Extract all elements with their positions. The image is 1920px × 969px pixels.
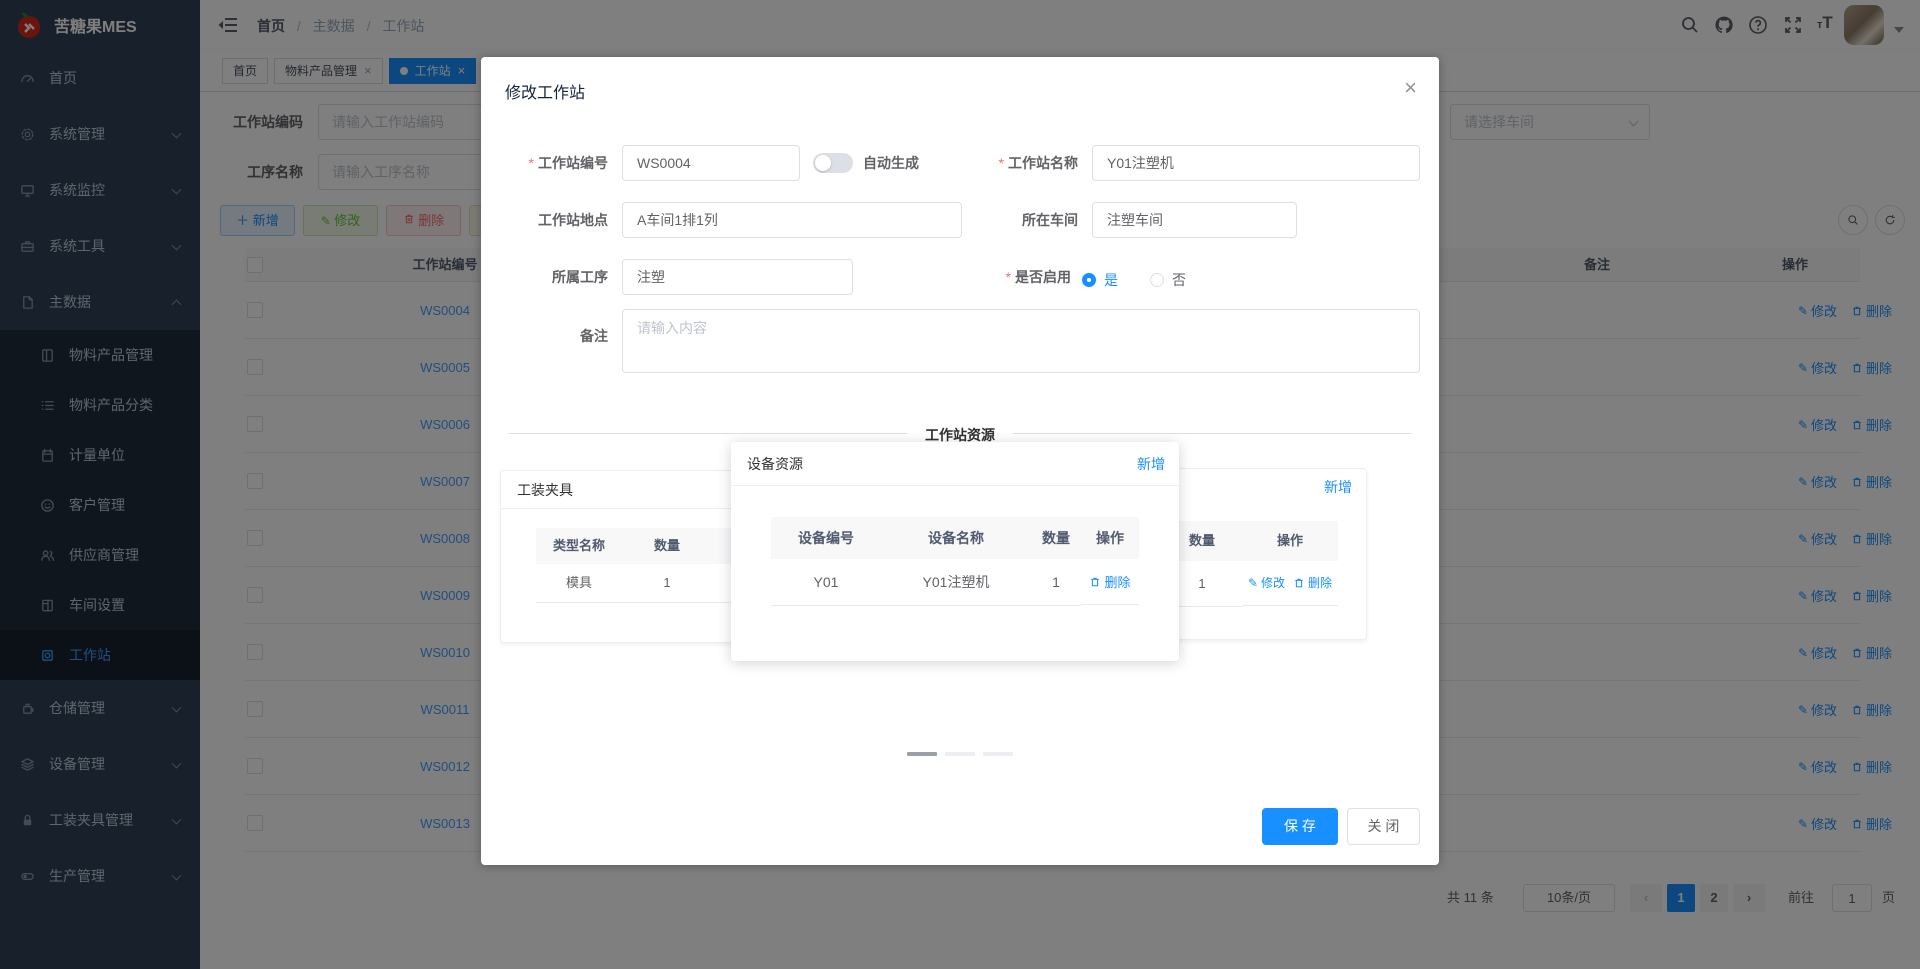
fixture-row-qty: 1 [622, 564, 712, 603]
remark-label: 备注 [580, 328, 608, 344]
device-row-name: Y01注塑机 [881, 559, 1031, 606]
remark-textarea[interactable] [622, 309, 1420, 373]
station-name-input[interactable] [1092, 145, 1420, 181]
carousel-indicator-3[interactable] [983, 752, 1013, 756]
device-card-add-link[interactable]: 新增 [1137, 442, 1165, 486]
trash-icon [1091, 577, 1100, 586]
device-card-title: 设备资源 [747, 456, 803, 472]
station-location-input[interactable] [622, 202, 962, 238]
save-button[interactable]: 保 存 [1262, 808, 1338, 845]
auto-generate-switch[interactable] [813, 153, 853, 173]
device-col-qty: 数量 [1042, 530, 1070, 546]
device-col-code: 设备编号 [798, 530, 854, 546]
station-location-label: 工作站地点 [538, 212, 608, 228]
device-col-name: 设备名称 [928, 530, 984, 546]
device-col-action: 操作 [1096, 530, 1124, 546]
station-name-label: 工作站名称 [921, 145, 1078, 181]
radio-dot [1150, 273, 1164, 287]
device-row-code: Y01 [771, 559, 881, 606]
right-card-add-link[interactable]: 新增 [1324, 477, 1352, 497]
auto-generate-label: 自动生成 [863, 155, 919, 171]
enabled-no-radio[interactable]: 否 [1150, 270, 1186, 290]
dialog-close-icon[interactable]: × [1404, 75, 1417, 101]
fixture-row-type: 模具 [536, 564, 622, 603]
device-card-title-row: 设备资源 新增 [731, 442, 1179, 486]
station-code-input[interactable] [622, 145, 800, 181]
workshop-label: 所在车间 [1022, 212, 1078, 228]
radio-dot [1082, 273, 1096, 287]
device-delete-link[interactable]: 删除 [1089, 572, 1131, 591]
right-delete-link[interactable]: 删除 [1293, 561, 1332, 606]
right-edit-link[interactable]: ✎ 修改 [1248, 561, 1285, 606]
right-col-action: 操作 [1276, 533, 1303, 548]
device-row-qty: 1 [1031, 559, 1081, 606]
fixture-col-qty: 数量 [653, 538, 680, 553]
carousel-indicator-2[interactable] [945, 752, 975, 756]
dialog-title: 修改工作站 [505, 85, 586, 102]
station-code-label: 工作站编号 [481, 145, 608, 181]
carousel-indicator-1[interactable] [907, 752, 937, 756]
enabled-label: 是否启用 [921, 259, 1071, 295]
workshop-select[interactable]: 注塑车间 [1092, 202, 1297, 238]
enabled-yes-radio[interactable]: 是 [1082, 270, 1118, 290]
process-label: 所属工序 [552, 269, 608, 285]
process-select[interactable]: 注塑 [622, 259, 853, 295]
fixture-col-type: 类型名称 [552, 538, 605, 553]
trash-icon [1295, 578, 1303, 588]
close-button[interactable]: 关 闭 [1347, 808, 1420, 845]
edit-workstation-dialog: 修改工作站 × 工作站编号 自动生成 工作站名称 工作站地点 所在车间 注塑车间… [481, 57, 1439, 865]
device-resource-card: 设备资源 新增 设备编号 设备名称 数量 操作 Y01 Y01注塑机 1 删除 [731, 442, 1179, 661]
